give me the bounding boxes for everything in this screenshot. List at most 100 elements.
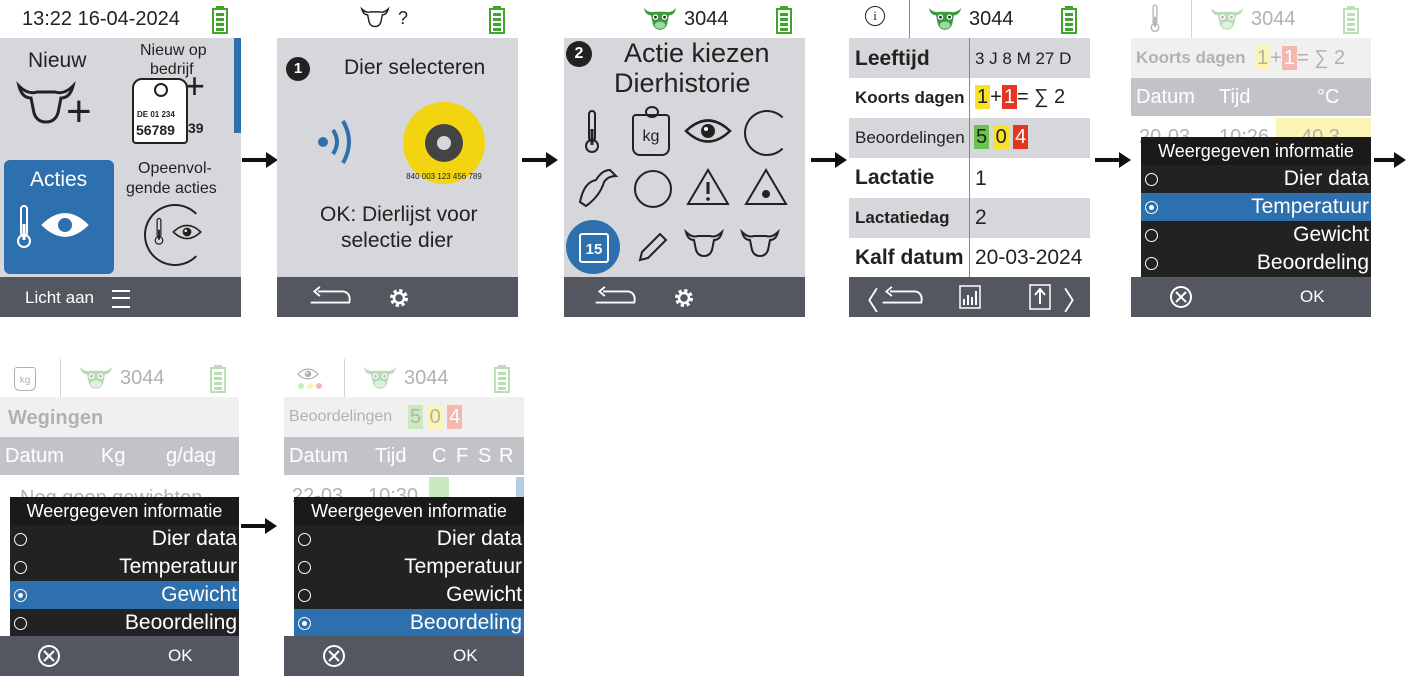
option-weight[interactable]: Gewicht	[1141, 221, 1371, 249]
row-label: Beoordelingen	[855, 128, 965, 147]
option-label: Gewicht	[1293, 223, 1369, 246]
scrollbar[interactable]	[234, 38, 241, 133]
cow-head-icon	[78, 363, 114, 391]
tile-next-label-1: Opeenvol-	[138, 160, 212, 177]
option-assessment[interactable]: Beoordeling	[294, 609, 524, 637]
tag-side-text: 39	[188, 120, 204, 136]
fever-count-b: 1	[1001, 85, 1017, 109]
battery-icon	[210, 365, 226, 393]
thermometer-icon	[1149, 4, 1161, 32]
tile-sequential-actions[interactable]: Opeenvol- gende acties	[120, 160, 232, 274]
tile-new-animal[interactable]: Nieuw +	[4, 42, 114, 152]
score-bad: 4	[447, 405, 463, 429]
settings-icon[interactable]	[672, 286, 696, 310]
option-weight[interactable]: Gewicht	[10, 581, 239, 609]
row-value: 3 J 8 M 27 D	[975, 49, 1072, 68]
light-on-button[interactable]: Licht aan	[25, 288, 94, 308]
ok-button[interactable]: OK	[168, 646, 193, 666]
battery-icon	[212, 6, 228, 34]
chevron-right-icon[interactable]: 〉	[1063, 281, 1089, 317]
tile-new-label: Nieuw	[28, 49, 87, 72]
option-temperature[interactable]: Temperatuur	[294, 553, 524, 581]
warning-add-icon[interactable]	[686, 166, 730, 206]
dialog-title: Weergegeven informatie	[1141, 137, 1371, 165]
score-good: 5	[408, 405, 424, 429]
row-value: 2	[975, 206, 987, 229]
calendar-icon: 15	[585, 241, 603, 258]
back-icon[interactable]	[307, 285, 353, 309]
stork-icon[interactable]	[576, 162, 619, 210]
cow-head-icon	[642, 4, 678, 32]
assessments-label: Beoordelingen	[289, 408, 393, 425]
back-icon[interactable]	[592, 285, 638, 309]
tile-actions[interactable]: Acties	[4, 160, 114, 274]
display-info-dialog: Weergegeven informatie Dier data Tempera…	[1141, 137, 1371, 277]
cow-head-icon	[360, 6, 390, 28]
cow-remove-icon[interactable]	[684, 228, 724, 258]
row-value: 20-03-2024	[975, 246, 1083, 269]
warning-eye-icon[interactable]	[744, 166, 788, 206]
option-assessment[interactable]: Beoordeling	[1141, 249, 1371, 277]
option-animal-data[interactable]: Dier data	[294, 525, 524, 553]
eye-icon[interactable]	[684, 116, 732, 146]
option-temperature[interactable]: Temperatuur	[1141, 193, 1371, 221]
battery-icon	[489, 6, 505, 34]
score-medium: 0	[993, 125, 1009, 149]
animal-number: 3044	[969, 8, 1014, 30]
tile-actions-label: Acties	[30, 168, 88, 191]
flow-arrow	[242, 152, 278, 168]
footer-bar: Licht aan	[0, 277, 241, 317]
cow-head-icon	[927, 4, 963, 32]
column-header: R	[499, 445, 514, 467]
ok-button[interactable]: OK	[453, 646, 478, 666]
chevron-left-icon[interactable]: 〈	[853, 281, 879, 317]
row-label: Koorts dagen	[855, 88, 965, 107]
display-info-dialog: Weergegeven informatie Dier data Tempera…	[10, 497, 239, 637]
upload-icon[interactable]	[1029, 284, 1051, 310]
page-title: Actie kiezen	[624, 38, 770, 68]
calendar-icon-button[interactable]: 15	[566, 220, 620, 274]
option-label: Dier data	[1283, 167, 1369, 190]
footer-bar: OK	[1131, 277, 1371, 317]
ok-button[interactable]: OK	[1300, 287, 1325, 307]
ok-hint-line-2: selectie dier	[341, 229, 454, 252]
radio-icon	[1145, 257, 1158, 270]
column-header: g/dag	[166, 445, 217, 467]
weight-icon[interactable]: kg	[632, 106, 670, 156]
screen-select-animal: ? 1 Dier selecteren 840 003 123 456 789 …	[277, 0, 518, 317]
thermometer-icon[interactable]	[584, 108, 600, 154]
fever-label: Koorts dagen	[1136, 48, 1246, 67]
fever-count-b: 1	[1281, 46, 1297, 70]
eye-icon	[41, 213, 89, 237]
dialog-title: Weergegeven informatie	[294, 497, 524, 525]
settings-icon[interactable]	[387, 286, 411, 310]
screen-temperature-select: 3044 Koorts dagen 1 +1 = ∑ 2 Datum Tijd °C…	[1131, 0, 1371, 317]
battery-icon	[1061, 6, 1077, 34]
option-assessment[interactable]: Beoordeling	[10, 609, 239, 637]
cancel-icon[interactable]	[37, 644, 61, 668]
menu-icon[interactable]	[112, 290, 130, 308]
option-temperature[interactable]: Temperatuur	[10, 553, 239, 581]
option-label: Beoordeling	[1256, 251, 1369, 274]
option-animal-data[interactable]: Dier data	[1141, 165, 1371, 193]
cancel-icon[interactable]	[322, 644, 346, 668]
tile-new-company-label-1: Nieuw op	[140, 42, 207, 59]
option-weight[interactable]: Gewicht	[294, 581, 524, 609]
no-milk-icon[interactable]	[634, 170, 672, 208]
plus-icon: +	[66, 87, 92, 136]
back-icon[interactable]	[879, 285, 925, 309]
radio-icon	[298, 561, 311, 574]
repeat-temperature-icon[interactable]	[744, 110, 790, 156]
column-header: Tijd	[375, 445, 407, 467]
header-divider	[909, 0, 910, 38]
flow-arrow	[1374, 152, 1406, 168]
option-animal-data[interactable]: Dier data	[10, 525, 239, 553]
cancel-icon[interactable]	[1169, 285, 1193, 309]
chart-icon[interactable]	[959, 285, 981, 309]
cow-death-icon[interactable]	[740, 228, 780, 258]
column-header: Datum	[289, 445, 348, 467]
tile-new-company[interactable]: Nieuw op bedrijf DE 01 234 56789 39 +	[120, 42, 232, 152]
pencil-icon[interactable]	[634, 230, 670, 266]
footer-bar: OK	[284, 636, 524, 676]
screen-animal-data: i 3044 Leeftijd 3 J 8 M 27 D Koorts dage…	[849, 0, 1090, 317]
